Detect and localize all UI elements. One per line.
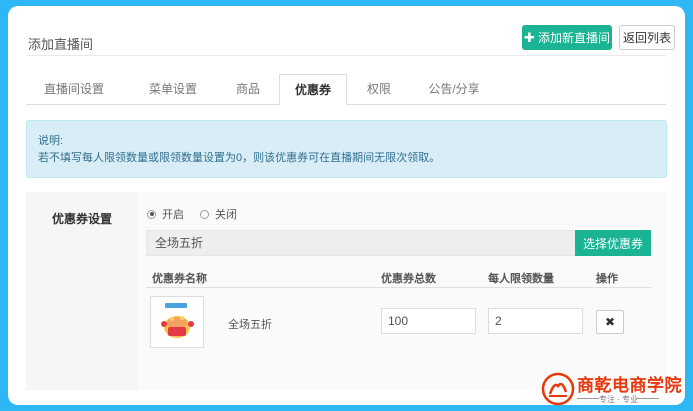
per-person-limit-input[interactable]: 2	[488, 308, 583, 334]
tab-permissions[interactable]: 权限	[347, 74, 411, 105]
brand-logo-icon	[541, 372, 575, 406]
brand-name: 商乾电商学院	[577, 376, 682, 396]
coupon-search-row: 全场五折 选择优惠券	[146, 230, 651, 256]
slogan-divider-left	[577, 398, 599, 399]
add-room-label: 添加新直播间	[537, 31, 610, 45]
slogan-divider-right	[637, 398, 659, 399]
delete-coupon-button[interactable]: ✖	[596, 310, 624, 334]
col-per-person-limit: 每人限领数量	[488, 273, 554, 285]
table-row: 全场五折 100 2 ✖	[146, 290, 651, 350]
col-action: 操作	[596, 273, 618, 285]
plus-icon: ✚	[524, 29, 535, 45]
add-room-button[interactable]: ✚ 添加新直播间	[522, 25, 612, 50]
content-panel: 添加直播间 ✚ 添加新直播间 返回列表 直播间设置 菜单设置 商品 优惠券 权限…	[18, 14, 675, 405]
info-notice: 说明: 若不填写每人限领数量或限领数量设置为0，则该优惠券可在直播期间无限次领取…	[26, 120, 667, 178]
panel-header: 添加直播间 ✚ 添加新直播间 返回列表	[26, 14, 675, 56]
col-coupon-name: 优惠券名称	[152, 273, 207, 285]
back-to-list-button[interactable]: 返回列表	[619, 25, 675, 50]
coupon-image-icon	[151, 297, 203, 347]
coupon-total-input[interactable]: 100	[381, 308, 476, 334]
coupon-name: 全场五折	[228, 319, 272, 331]
radio-checked-icon	[147, 209, 156, 219]
coupon-table-header: 优惠券名称 优惠券总数 每人限领数量 操作	[146, 262, 651, 288]
enable-radio-group: 开启 关闭	[147, 206, 237, 222]
coupon-settings-label: 优惠券设置	[51, 212, 112, 226]
page-title: 添加直播间	[28, 37, 94, 52]
tab-announcement-share[interactable]: 公告/分享	[411, 74, 497, 105]
radio-disable[interactable]: 关闭	[200, 206, 237, 222]
tab-room-settings[interactable]: 直播间设置	[26, 74, 122, 105]
radio-unchecked-icon	[200, 209, 209, 219]
radio-enable-label: 开启	[162, 209, 184, 221]
coupon-search-input[interactable]: 全场五折	[146, 230, 575, 256]
tab-coupons[interactable]: 优惠券	[279, 74, 347, 105]
tab-products[interactable]: 商品	[216, 74, 280, 105]
notice-text: 若不填写每人限领数量或限领数量设置为0，则该优惠券可在直播期间无限次领取。	[38, 152, 441, 164]
brand-slogan: 专注 · 专业	[599, 395, 639, 404]
coupon-settings-body: 开启 关闭 全场五折 选择优惠券 优惠券名称 优惠券总数 每人限领数量 操作 全…	[138, 192, 667, 390]
page-frame: 添加直播间 ✚ 添加新直播间 返回列表 直播间设置 菜单设置 商品 优惠券 权限…	[8, 6, 685, 405]
col-coupon-total: 优惠券总数	[381, 273, 436, 285]
coupon-settings-section: 优惠券设置 开启 关闭 全场五折 选择优惠券 优惠券名称 优惠券总数 每人限领数…	[26, 192, 667, 390]
select-coupon-button[interactable]: 选择优惠券	[575, 230, 651, 256]
radio-disable-label: 关闭	[215, 209, 237, 221]
radio-enable[interactable]: 开启	[147, 206, 184, 222]
tab-menu-settings[interactable]: 菜单设置	[126, 74, 220, 105]
brand-watermark: 商乾电商学院 专注 · 专业	[541, 370, 691, 410]
close-icon: ✖	[604, 315, 616, 329]
notice-title: 说明:	[38, 135, 64, 147]
tab-bar: 直播间设置 菜单设置 商品 优惠券 权限 公告/分享	[26, 74, 666, 105]
coupon-thumbnail	[150, 296, 204, 348]
